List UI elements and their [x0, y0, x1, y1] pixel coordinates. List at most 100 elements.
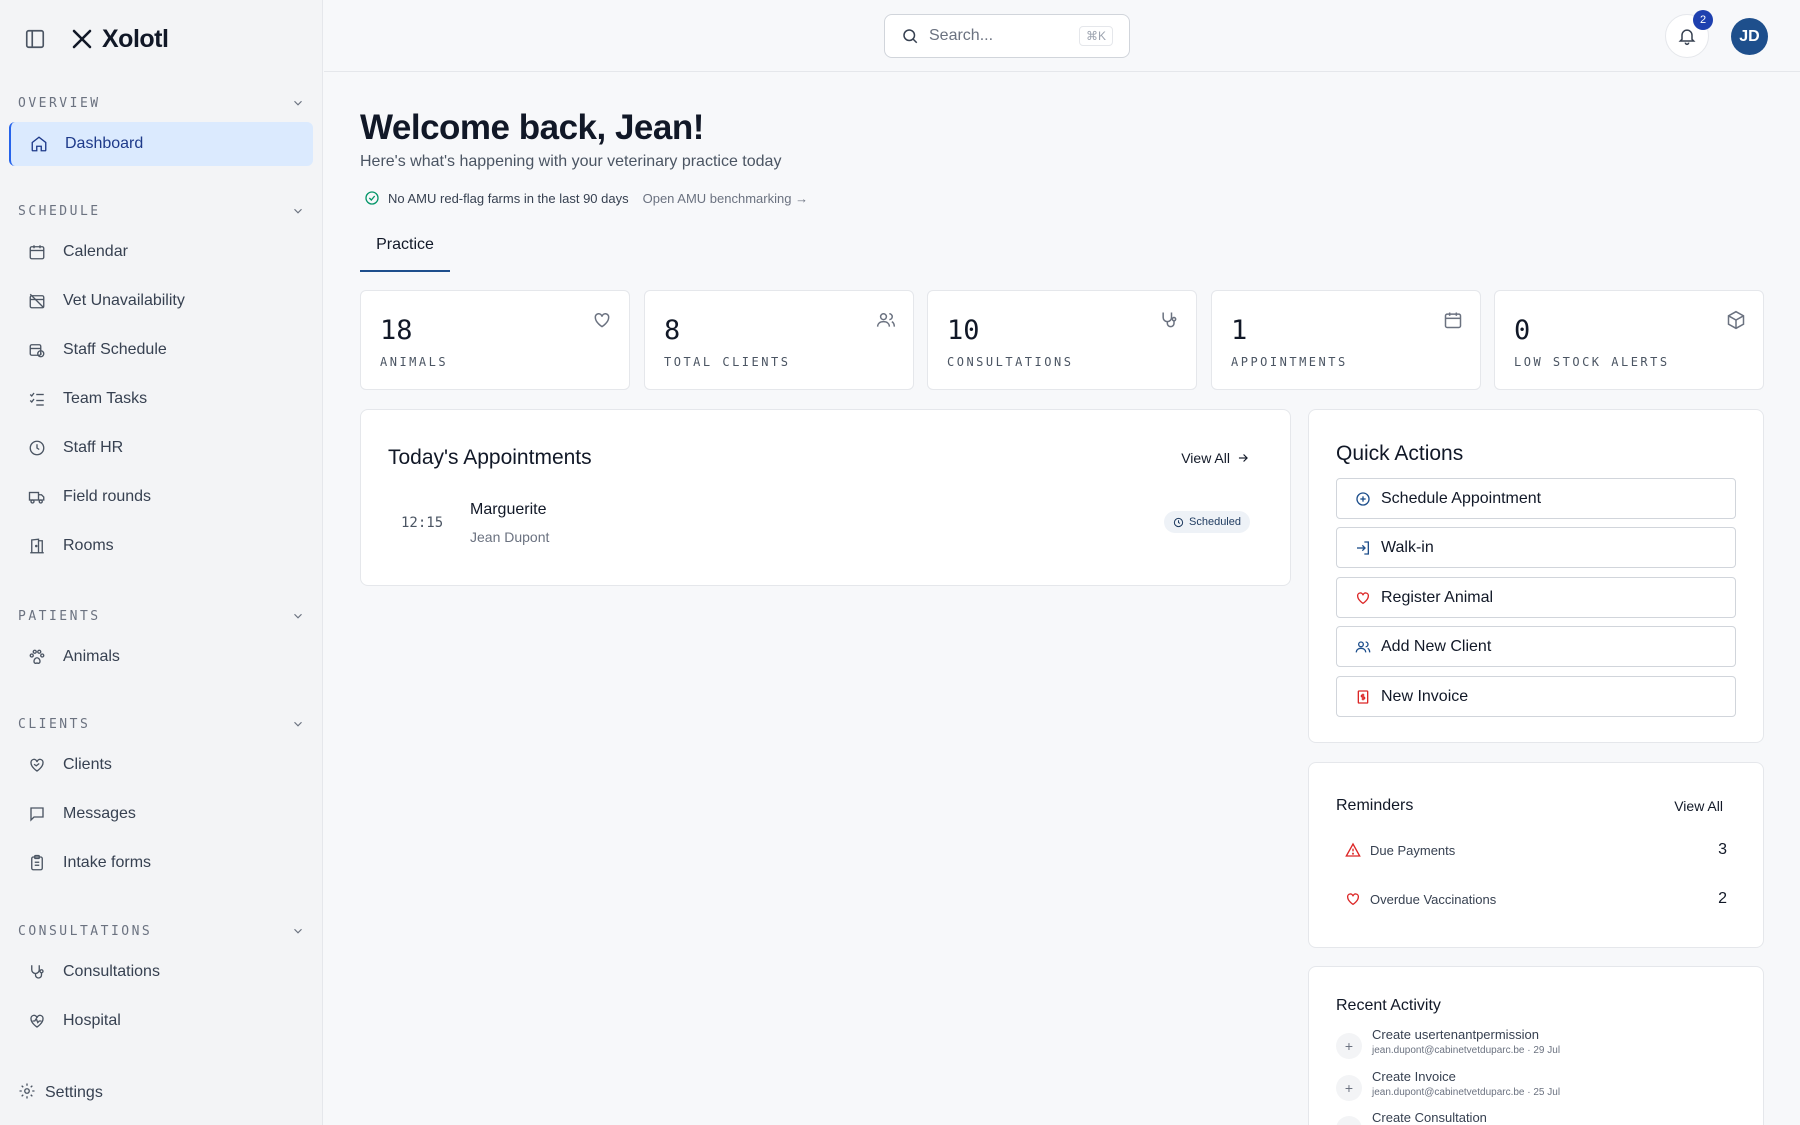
sidebar-item-staff-hr[interactable]: Staff HR: [9, 426, 313, 470]
stat-label: APPOINTMENTS: [1231, 355, 1348, 369]
heart-handshake-icon: [27, 755, 47, 775]
stat-card-low-stock-alerts[interactable]: 0 LOW STOCK ALERTS: [1494, 290, 1764, 390]
clipboard-icon: [27, 853, 47, 873]
heart-icon: [591, 309, 613, 331]
sidebar-item-animals[interactable]: Animals: [9, 635, 313, 679]
sidebar-item-label: Intake forms: [63, 854, 152, 871]
appointment-time: 12:15: [401, 515, 444, 531]
activity-item: + Create Invoice jean.dupont@cabinetvetd…: [1336, 1069, 1736, 1105]
plus-icon: +: [1336, 1033, 1362, 1059]
log-in-icon: [1357, 540, 1369, 555]
amu-message: No AMU red-flag farms in the last 90 day…: [388, 190, 629, 206]
status-label: Scheduled: [1189, 516, 1241, 528]
stat-card-total-clients[interactable]: 8 TOTAL CLIENTS: [644, 290, 914, 390]
stat-value: 8: [664, 315, 681, 346]
message-square-icon: [27, 804, 47, 824]
section-title: CLIENTS: [18, 716, 91, 732]
reminders-view-all-button[interactable]: View All: [1674, 798, 1723, 814]
sidebar-item-team-tasks[interactable]: Team Tasks: [9, 377, 313, 421]
sidebar-item-label: Staff HR: [63, 439, 124, 456]
stat-card-appointments[interactable]: 1 APPOINTMENTS: [1211, 290, 1481, 390]
section-header-consultations[interactable]: CONSULTATIONS: [18, 920, 305, 942]
add-new-client-button[interactable]: Add New Client: [1336, 626, 1736, 667]
users-icon: [875, 309, 897, 331]
sidebar-item-calendar[interactable]: Calendar: [9, 230, 313, 274]
page-title: Welcome back, Jean!: [360, 108, 704, 147]
activity-item: + Create Consultation: [1336, 1110, 1736, 1125]
sidebar-item-label: Calendar: [63, 243, 128, 260]
paw-icon: [27, 647, 47, 667]
section-title: CONSULTATIONS: [18, 923, 153, 939]
settings-label: Settings: [45, 1084, 103, 1101]
gear-icon: [18, 1082, 36, 1105]
recent-activity-card: Recent Activity + Create usertenantpermi…: [1308, 966, 1764, 1125]
appointment-patient[interactable]: Marguerite: [470, 501, 546, 519]
activity-action: Create usertenantpermission: [1372, 1027, 1539, 1042]
app-name: Xolotl: [102, 24, 169, 53]
sidebar-item-vet-unavailability[interactable]: Vet Unavailability: [9, 279, 313, 323]
search-placeholder: Search...: [929, 27, 994, 44]
sidebar-item-dashboard[interactable]: Dashboard: [9, 122, 313, 166]
appointment-owner: Jean Dupont: [470, 529, 550, 545]
heart-pulse-icon: [27, 1011, 47, 1031]
sidebar-item-hospital[interactable]: Hospital: [9, 999, 313, 1043]
stethoscope-icon: [1158, 309, 1180, 331]
register-animal-button[interactable]: Register Animal: [1336, 577, 1736, 618]
activity-action: Create Invoice: [1372, 1069, 1456, 1084]
check-circle-icon: [365, 191, 379, 205]
appointments-view-all-button[interactable]: View All: [1181, 450, 1250, 466]
reminder-overdue-vaccinations[interactable]: Overdue Vaccinations 2: [1345, 888, 1727, 910]
activity-item: + Create usertenantpermission jean.dupon…: [1336, 1027, 1736, 1063]
sidebar-toggle-icon[interactable]: [22, 26, 48, 52]
logo-icon: [68, 25, 96, 53]
reminders-card: Reminders View All Due Payments 3 Overdu…: [1308, 762, 1764, 948]
walk-in-button[interactable]: Walk-in: [1336, 527, 1736, 568]
sidebar-item-label: Messages: [63, 805, 136, 822]
chevron-down-icon: [294, 208, 302, 214]
sidebar-item-messages[interactable]: Messages: [9, 792, 313, 836]
package-icon: [1725, 309, 1747, 331]
avatar[interactable]: JD: [1731, 18, 1768, 55]
reminder-label: Due Payments: [1370, 842, 1456, 858]
sidebar-item-settings[interactable]: Settings: [18, 1080, 103, 1106]
section-header-clients[interactable]: CLIENTS: [18, 713, 305, 735]
schedule-appointment-button[interactable]: Schedule Appointment: [1336, 478, 1736, 519]
status-badge: Scheduled: [1164, 511, 1250, 533]
reminder-count: 3: [1718, 841, 1727, 858]
stat-card-consultations[interactable]: 10 CONSULTATIONS: [927, 290, 1197, 390]
stat-label: TOTAL CLIENTS: [664, 355, 791, 369]
home-icon: [29, 134, 49, 154]
section-title: PATIENTS: [18, 608, 101, 624]
sidebar-item-field-rounds[interactable]: Field rounds: [9, 475, 313, 519]
notification-badge: 2: [1693, 10, 1713, 30]
calendar-clock-icon: [27, 340, 47, 360]
reminder-due-payments[interactable]: Due Payments 3: [1345, 839, 1727, 861]
view-all-label: View All: [1181, 450, 1230, 466]
quick-actions-title: Quick Actions: [1336, 442, 1464, 465]
door-icon: [27, 536, 47, 556]
section-header-schedule[interactable]: SCHEDULE: [18, 200, 305, 222]
sidebar-item-clients[interactable]: Clients: [9, 743, 313, 787]
section-header-patients[interactable]: PATIENTS: [18, 605, 305, 627]
search-input[interactable]: Search... ⌘K: [884, 14, 1130, 58]
sidebar-item-staff-schedule[interactable]: Staff Schedule: [9, 328, 313, 372]
sidebar-item-label: Rooms: [63, 537, 114, 554]
reminder-count: 2: [1718, 890, 1727, 907]
amu-benchmarking-link[interactable]: Open AMU benchmarking →: [643, 191, 808, 206]
sidebar-item-label: Dashboard: [65, 135, 144, 152]
sidebar-item-label: Hospital: [63, 1012, 121, 1029]
sidebar-item-label: Clients: [63, 756, 112, 773]
chevron-down-icon: [294, 613, 302, 619]
amu-status: No AMU red-flag farms in the last 90 day…: [364, 190, 808, 206]
sidebar-item-intake-forms[interactable]: Intake forms: [9, 841, 313, 885]
stat-value: 1: [1231, 315, 1248, 346]
stat-value: 10: [947, 315, 980, 346]
plus-icon: +: [1336, 1075, 1362, 1101]
tab-practice[interactable]: Practice: [360, 236, 450, 272]
stat-card-animals[interactable]: 18 ANIMALS: [360, 290, 630, 390]
reminder-label: Overdue Vaccinations: [1370, 891, 1497, 907]
sidebar-item-rooms[interactable]: Rooms: [9, 524, 313, 568]
section-header-overview[interactable]: OVERVIEW: [18, 92, 305, 114]
sidebar-item-consultations[interactable]: Consultations: [9, 950, 313, 994]
new-invoice-button[interactable]: New Invoice: [1336, 676, 1736, 717]
